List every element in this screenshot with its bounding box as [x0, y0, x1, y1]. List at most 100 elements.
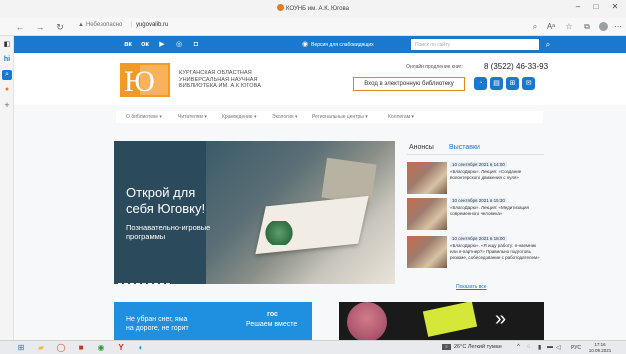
slider-dot[interactable] [124, 283, 128, 284]
chrome-icon[interactable]: ◉ [96, 343, 106, 353]
menu-item-colleagues[interactable]: Коллегам ▾ [388, 114, 414, 120]
eye-icon: ◉ [302, 41, 309, 48]
sidebar-search-icon[interactable]: ⌕ [2, 70, 12, 80]
slider-pagination [118, 274, 172, 284]
reload-icon[interactable]: ↻ [54, 21, 66, 33]
instagram-icon[interactable]: ◎ [174, 40, 184, 49]
zoom-icon[interactable]: ⌕ [529, 21, 541, 33]
search-icon[interactable]: ⌕ [541, 38, 555, 51]
show-all-link[interactable]: Показать все [456, 284, 487, 290]
menu-item-readers[interactable]: Читателям ▾ [178, 114, 207, 120]
slider-dot[interactable] [166, 283, 170, 284]
slider-dot[interactable] [136, 283, 140, 284]
vision-impaired-link[interactable]: ◉ Версия для слабовидящих [302, 40, 374, 48]
telegram-icon[interactable]: ◘ [191, 40, 201, 49]
news-item[interactable]: 10 сентября 2021 в 18:00 «БлагоДарю». «Я… [407, 236, 544, 278]
tray-volume-icon[interactable]: ◁ [556, 344, 561, 351]
edge-icon[interactable]: ◐ [136, 343, 146, 353]
tab-title: КОУНБ им. А.К. Югова [286, 6, 349, 12]
tray-up-arrow-icon[interactable]: ^ [517, 344, 520, 350]
gos-tagline: Решаем вместе [246, 321, 298, 328]
library-name-line3: библиотека им. А.К.Югова [179, 83, 262, 89]
slide-subtitle: Познавательно-игровые программы [126, 223, 210, 241]
menu-item-regional-centers[interactable]: Региональные центры ▾ [312, 114, 368, 120]
security-label: Небезопасно [85, 22, 123, 28]
promo-slider[interactable]: Открой для себя Юговку! Познавательно-иг… [114, 141, 395, 284]
sidebar-add-icon[interactable]: + [2, 100, 12, 110]
news-thumbnail [407, 236, 447, 268]
close-window-button[interactable]: ✕ [609, 2, 621, 11]
sidebar-site-icon[interactable]: ● [2, 85, 12, 95]
menu-item-about[interactable]: О библиотеке ▾ [126, 114, 162, 120]
elibrary-login-button[interactable]: Вход в электронную библиотеку [353, 77, 465, 91]
tray-battery-icon[interactable]: ▬ [547, 344, 553, 350]
url-field[interactable]: ▲ Небезопасно | yugovalib.ru [78, 22, 168, 28]
news-item[interactable]: 10 сентября 2021 в 14:00 «БлагоДарю». Ле… [407, 162, 544, 200]
clock-icon[interactable]: ◔ [474, 77, 487, 90]
taskbar-clock[interactable]: 17:16 10.09.2021 [587, 342, 613, 354]
tray-network-icon[interactable]: ◌ [527, 344, 531, 350]
library-logo[interactable]: Ю [118, 59, 174, 99]
address-bar: ← → ↻ ▲ Небезопасно | yugovalib.ru ⌕ Aᵃ ☆ ⧉… [0, 18, 626, 36]
url-separator: | [130, 22, 132, 28]
collections-icon[interactable]: ⧉ [581, 21, 593, 33]
reader-mode-icon[interactable]: Aᵃ [545, 21, 557, 33]
site-topbar: вк ок ▶ ◎ ◘ ◉Версия для слабовидящих ⌕ [14, 36, 626, 53]
minimize-button[interactable]: – [572, 2, 584, 11]
menu-item-local-history[interactable]: Краеведение ▾ [222, 114, 256, 120]
clock-date: 10.09.2021 [588, 348, 612, 353]
weather-text: 26°C Легкий туман [454, 344, 502, 350]
youtube-icon[interactable]: ▶ [157, 40, 167, 49]
favorite-star-icon[interactable]: ☆ [563, 21, 575, 33]
vk-icon[interactable]: вк [123, 40, 133, 49]
gosuslugi-banner[interactable]: Не убран снег, яма на дороге, не горит г… [114, 302, 312, 340]
slide-headline-line2: себя Юговку! [126, 201, 206, 216]
news-title[interactable]: «БлагоДарю». «Я ищу работу: я-наемник ил… [450, 243, 545, 261]
hotline-label: Онлайн продление книг: [406, 64, 463, 70]
app-red-icon[interactable]: ■ [76, 343, 86, 353]
catalog-icon[interactable]: ▤ [490, 77, 503, 90]
sidebar-tabs-icon[interactable]: ◧ [2, 40, 12, 50]
slider-dot[interactable] [142, 283, 146, 284]
slider-dot[interactable] [160, 283, 164, 284]
vision-impaired-label: Версия для слабовидящих [311, 42, 374, 48]
profile-avatar[interactable] [599, 22, 608, 31]
event-banner[interactable]: » [339, 302, 544, 340]
tab-exhibitions[interactable]: Выставки [449, 144, 480, 151]
tray-mic-icon[interactable]: ▮ [538, 344, 541, 351]
file-explorer-icon[interactable]: ▰ [36, 343, 46, 353]
site-favicon-icon [277, 4, 285, 11]
more-menu-icon[interactable]: ⋯ [612, 21, 624, 33]
news-date: 10 сентября 2021 в 18:00 [450, 236, 507, 241]
language-indicator[interactable]: РУС [571, 345, 581, 351]
weather-widget[interactable]: ≡ 26°C Легкий туман [442, 344, 502, 350]
back-arrow-icon[interactable]: ← [14, 21, 26, 33]
tab-announcements[interactable]: Анонсы [409, 144, 434, 151]
sitemap-icon[interactable]: ⊞ [506, 77, 519, 90]
slider-dot[interactable] [154, 283, 158, 284]
slider-dot[interactable] [118, 283, 122, 284]
mail-icon[interactable]: ✉ [522, 77, 535, 90]
sidebar-hi-icon[interactable]: hi [2, 55, 12, 65]
phone-number[interactable]: 8 (3522) 46-33-93 [484, 62, 548, 71]
slider-dot[interactable] [148, 283, 152, 284]
menu-item-ecology[interactable]: Экология ▾ [272, 114, 298, 120]
banner-photo [347, 302, 387, 340]
opera-icon[interactable]: ◯ [56, 343, 66, 353]
site-search-input[interactable] [411, 39, 539, 50]
gos-brand: гос [267, 311, 278, 318]
slide-headline-line1: Открой для [126, 185, 196, 200]
windows-taskbar: ⊞ ▰ ◯ ■ ◉ Y ◐ ≡ 26°C Легкий туман ^ ◌ ▮ ▬… [0, 340, 626, 354]
library-name: Курганская областная универсальная научн… [179, 70, 261, 90]
maximize-button[interactable]: □ [590, 2, 602, 11]
window-title: КОУНБ им. А.К. Югова [0, 4, 626, 12]
slider-dot[interactable] [130, 283, 134, 284]
forward-arrow-icon[interactable]: → [34, 21, 46, 33]
odnoklassniki-icon[interactable]: ок [140, 40, 150, 49]
yandex-browser-icon[interactable]: Y [116, 343, 126, 353]
news-title[interactable]: «БлагоДарю». Лекция: «Медитизация соврем… [450, 205, 545, 217]
start-windows-icon[interactable]: ⊞ [16, 343, 26, 353]
news-title[interactable]: «БлагоДарю». Лекция: «Создание волонтерс… [450, 169, 545, 181]
news-thumbnail [407, 198, 447, 230]
news-item[interactable]: 10 сентября 2021 в 15:30 «БлагоДарю». Ле… [407, 198, 544, 236]
